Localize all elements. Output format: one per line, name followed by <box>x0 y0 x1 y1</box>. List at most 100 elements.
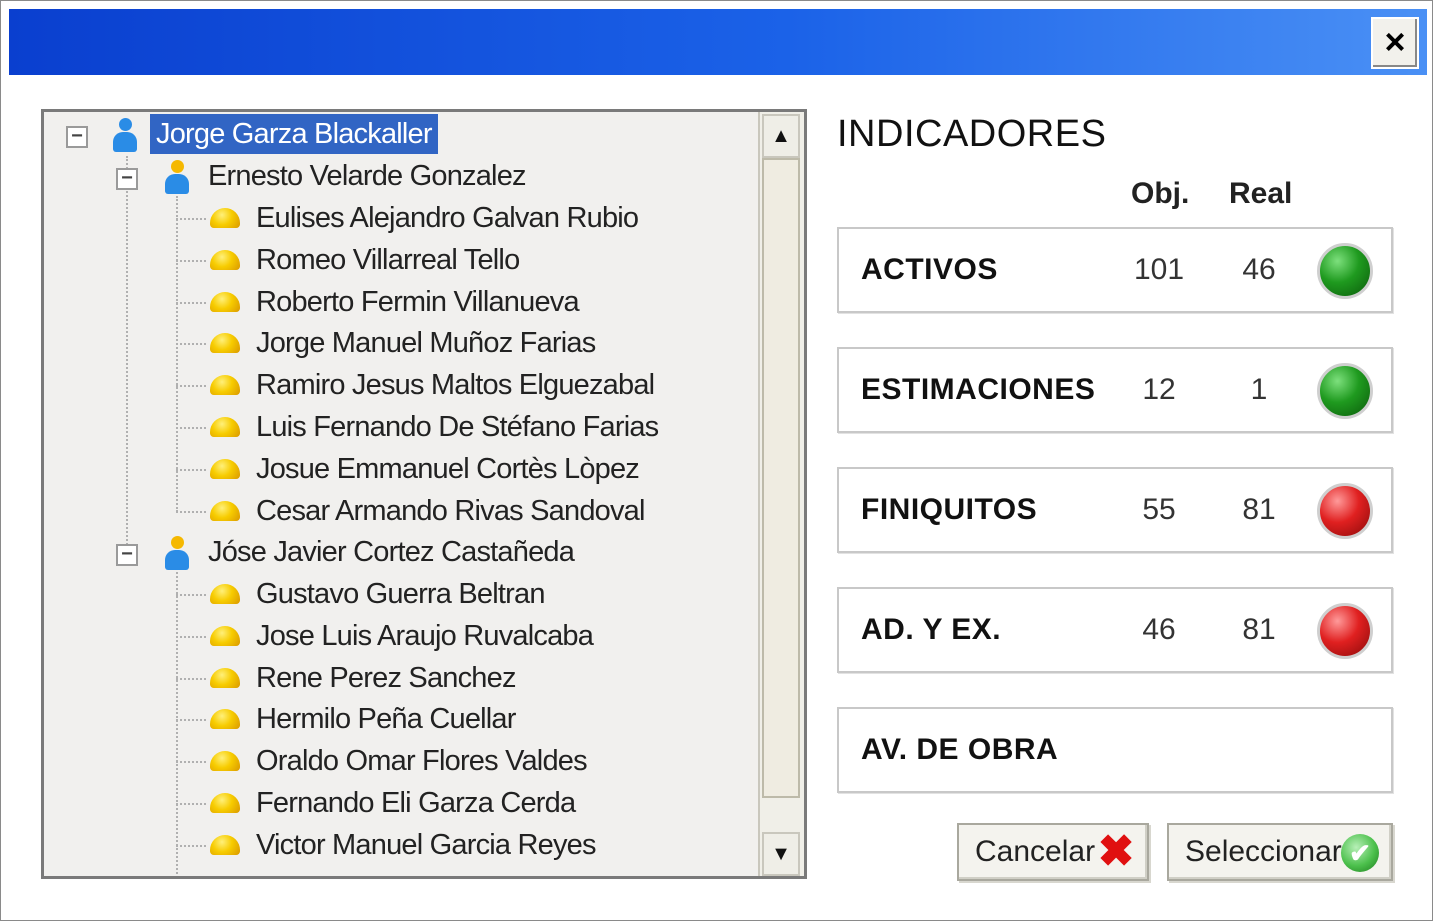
red-status-light-icon <box>1317 603 1373 659</box>
indicator-real-value: 81 <box>1242 613 1276 646</box>
tree-member-node[interactable]: Josue Emmanuel Cortès Lòpez <box>250 449 645 489</box>
cancel-x-icon: ✖ <box>1097 827 1135 876</box>
hardhat-icon <box>208 248 242 270</box>
member-label: Oraldo Omar Flores Valdes <box>256 745 588 778</box>
title-bar[interactable]: × <box>9 9 1427 75</box>
hardhat-icon <box>208 833 242 855</box>
tree-connector <box>176 844 206 847</box>
tree-member-node[interactable]: Victor Manuel Garcia Reyes <box>250 825 602 865</box>
hardhat-icon <box>208 791 242 813</box>
group-label: Jóse Javier Cortez Castañeda <box>208 536 575 568</box>
tree-connector <box>176 301 206 304</box>
scroll-thumb[interactable] <box>762 158 800 798</box>
tree-root-label: Jorge Garza Blackaller <box>150 114 438 154</box>
tree-member-node[interactable]: Gustavo Guerra Beltran <box>250 574 551 614</box>
tree-member-node[interactable]: Jose Luis Araujo Ruvalcaba <box>250 616 599 656</box>
member-label: Rene Perez Sanchez <box>256 661 516 694</box>
tree-member-node[interactable]: Eulises Alejandro Galvan Rubio <box>250 198 644 238</box>
tree-group-node[interactable]: Ernesto Velarde Gonzalez <box>202 156 532 196</box>
cancel-button[interactable]: Cancelar ✖ <box>957 823 1149 881</box>
tree-member-node[interactable]: Jorge Manuel Muñoz Farias <box>250 323 601 363</box>
tree-connector <box>176 572 178 876</box>
select-button[interactable]: Seleccionar ✔ <box>1167 823 1393 881</box>
tree-scrollbar[interactable]: ▲ ▼ <box>758 112 804 876</box>
tree-connector <box>176 218 206 220</box>
tree-member-node[interactable]: Romeo Villarreal Tello <box>250 240 525 280</box>
indicator-real-value: 81 <box>1242 493 1276 526</box>
hardhat-icon <box>208 457 242 479</box>
tree-member-node[interactable]: Luis Fernando De Stéfano Farias <box>250 407 664 447</box>
tree-connector <box>176 427 206 429</box>
member-label: Jose Luis Araujo Ruvalcaba <box>256 619 594 652</box>
tree-member-node[interactable]: Cesar Armando Rivas Sandoval <box>250 491 651 531</box>
person-icon <box>112 116 138 152</box>
hardhat-icon <box>208 290 242 312</box>
group1-collapse-icon[interactable]: − <box>116 168 138 190</box>
tree-root-node[interactable]: Jorge Garza Blackaller <box>150 114 438 154</box>
supervisor-icon <box>164 158 190 194</box>
column-header-obj: Obj. <box>1131 177 1190 210</box>
member-label: Fernando Eli Garza Cerda <box>256 787 576 819</box>
indicator-row: ACTIVOS 101 46 <box>837 227 1393 313</box>
hardhat-icon <box>208 206 242 228</box>
indicator-name: ESTIMACIONES <box>861 373 1096 406</box>
tree-connector <box>176 761 206 764</box>
red-status-light-icon <box>1317 483 1373 539</box>
tree-connector <box>176 468 206 471</box>
checkmark-icon: ✔ <box>1341 834 1379 872</box>
tree-content: − Jorge Garza Blackaller − Ernesto Velar… <box>44 112 760 876</box>
tree-connector <box>176 677 206 680</box>
root-collapse-icon[interactable]: − <box>66 126 88 148</box>
tree-connector <box>176 719 206 722</box>
hardhat-icon <box>208 373 242 396</box>
column-header-real: Real <box>1229 177 1293 210</box>
indicator-name: ACTIVOS <box>861 253 998 286</box>
indicator-obj-value: 46 <box>1142 613 1176 646</box>
tree-connector <box>176 196 178 512</box>
indicator-obj-value: 55 <box>1142 493 1176 526</box>
tree-member-node[interactable]: Roberto Fermin Villanueva <box>250 282 585 322</box>
member-label: Josue Emmanuel Cortès Lòpez <box>256 452 640 485</box>
hardhat-icon <box>208 499 242 521</box>
indicator-row: ESTIMACIONES 12 1 <box>837 347 1393 433</box>
tree-connector <box>176 803 206 805</box>
tree-member-node[interactable]: Oraldo Omar Flores Valdes <box>250 741 593 781</box>
tree-connector <box>176 594 206 596</box>
hardhat-icon <box>208 666 242 688</box>
member-label: Eulises Alejandro Galvan Rubio <box>256 202 639 234</box>
close-button[interactable]: × <box>1371 17 1419 69</box>
member-label: Jorge Manuel Muñoz Farias <box>256 327 596 360</box>
employee-tree[interactable]: − Jorge Garza Blackaller − Ernesto Velar… <box>41 109 807 879</box>
cancel-button-label: Cancelar <box>975 835 1096 868</box>
tree-connector <box>126 156 128 552</box>
green-status-light-icon <box>1317 363 1373 419</box>
member-label: Gustavo Guerra Beltran <box>256 578 545 610</box>
member-label: Victor Manuel Garcia Reyes <box>256 828 597 861</box>
indicator-row: AV. DE OBRA <box>837 707 1393 793</box>
member-label: Cesar Armando Rivas Sandoval <box>256 494 645 527</box>
group2-collapse-icon[interactable]: − <box>116 544 138 566</box>
tree-member-node[interactable]: Ramiro Jesus Maltos Elguezabal <box>250 365 660 405</box>
indicator-name: AD. Y EX. <box>861 613 1002 646</box>
member-label: Luis Fernando De Stéfano Farias <box>256 411 659 443</box>
hardhat-icon <box>208 707 242 730</box>
supervisor-icon <box>164 534 190 570</box>
tree-member-node[interactable]: Hermilo Peña Cuellar <box>250 699 522 739</box>
tree-connector <box>176 385 206 388</box>
select-button-label: Seleccionar <box>1185 835 1342 868</box>
hardhat-icon <box>208 582 242 604</box>
hardhat-icon <box>208 624 242 646</box>
tree-group-node[interactable]: Jóse Javier Cortez Castañeda <box>202 532 580 572</box>
indicator-real-value: 1 <box>1250 373 1268 406</box>
member-label: Roberto Fermin Villanueva <box>256 285 580 318</box>
tree-member-node[interactable]: Rene Perez Sanchez <box>250 658 522 698</box>
scroll-up-icon[interactable]: ▲ <box>762 114 800 158</box>
member-label: Romeo Villarreal Tello <box>256 243 520 276</box>
tree-connector <box>176 343 206 346</box>
indicator-real-value: 46 <box>1242 253 1276 286</box>
scroll-down-icon[interactable]: ▼ <box>762 832 800 876</box>
indicators-title: INDICADORES <box>837 113 1107 155</box>
hardhat-icon <box>208 331 242 354</box>
indicator-obj-value: 12 <box>1142 373 1176 406</box>
tree-member-node[interactable]: Fernando Eli Garza Cerda <box>250 783 581 823</box>
